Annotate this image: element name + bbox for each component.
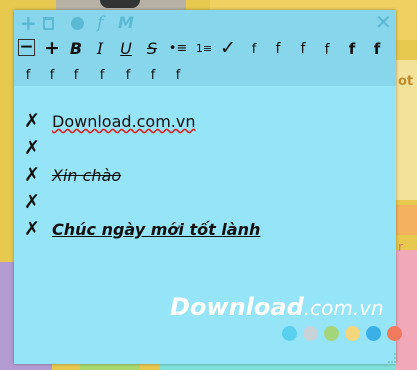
format-toolbar: − + B I U S •≡ 1≡ ✓ f f f f f f f f f f …	[14, 36, 396, 86]
color-swatch-dark-blue[interactable]	[366, 326, 381, 341]
checklist-item[interactable]: ✗ Xin chào	[24, 164, 384, 191]
background-note-text: ot	[398, 74, 414, 89]
note-content[interactable]: ✗ Download.com.vn ✗ ✗ Xin chào ✗ ✗ Chúc …	[24, 110, 384, 245]
font-option-3[interactable]: f	[293, 40, 313, 58]
color-swatch-yellow[interactable]	[345, 326, 360, 341]
sticky-note-window: + f M ✕ − + B I U S •≡ 1≡ ✓ f f f f f f …	[14, 10, 402, 364]
watermark-main: Download	[170, 293, 304, 321]
color-swatch-orange[interactable]	[387, 326, 402, 341]
color-swatch-green[interactable]	[324, 326, 339, 341]
check-mark-icon[interactable]: ✗	[24, 191, 40, 213]
watermark-sub: .com.vn	[303, 296, 384, 320]
bullet-list-button[interactable]: •≡	[166, 40, 190, 58]
font-option-1[interactable]: f	[244, 41, 264, 59]
font-option-12[interactable]: f	[143, 67, 163, 85]
checklist-item[interactable]: ✗	[24, 191, 384, 218]
font-option-8[interactable]: f	[42, 67, 62, 85]
check-mark-icon[interactable]: ✗	[24, 164, 40, 186]
font-option-5[interactable]: f	[342, 40, 362, 58]
checklist-item-text[interactable]: Xin chào	[52, 166, 121, 185]
check-mark-icon[interactable]: ✗	[24, 137, 40, 159]
background-photo-detail	[100, 0, 140, 8]
bold-button[interactable]: B	[66, 40, 86, 58]
font-option-2[interactable]: f	[268, 40, 288, 58]
checklist-item-text[interactable]: Download.com.vn	[52, 112, 195, 131]
font-option-10[interactable]: f	[92, 67, 112, 85]
font-icon[interactable]: f	[97, 13, 103, 33]
check-mark-icon[interactable]: ✗	[24, 218, 40, 240]
font-option-13[interactable]: f	[168, 67, 188, 85]
font-option-9[interactable]: f	[66, 67, 86, 85]
color-swatch-gray[interactable]	[303, 326, 318, 341]
checklist-item-text[interactable]: Chúc ngày mới tốt lành	[52, 220, 260, 239]
font-option-6[interactable]: f	[367, 40, 387, 58]
background-note-orange	[396, 205, 417, 235]
note-titlebar[interactable]: + f M ✕	[14, 10, 396, 36]
checklist-item[interactable]: ✗	[24, 137, 384, 164]
italic-button[interactable]: I	[90, 40, 110, 58]
background-note-text-2: r	[398, 240, 403, 254]
font-option-11[interactable]: f	[118, 67, 138, 85]
color-swatch-blue[interactable]	[282, 326, 297, 341]
font-option-7[interactable]: f	[18, 67, 38, 85]
close-icon[interactable]: ✕	[375, 12, 392, 32]
color-picker-icon[interactable]	[71, 17, 84, 30]
numbered-list-button[interactable]: 1≡	[192, 40, 216, 58]
increase-size-button[interactable]: +	[42, 39, 62, 58]
decrease-size-button[interactable]: −	[18, 39, 35, 56]
checklist-item[interactable]: ✗ Download.com.vn	[24, 110, 384, 137]
checklist-item[interactable]: ✗ Chúc ngày mới tốt lành	[24, 218, 384, 245]
underline-button[interactable]: U	[116, 40, 136, 58]
background-note-pink	[396, 250, 417, 370]
checklist-button[interactable]: ✓	[218, 39, 238, 58]
trash-icon[interactable]	[43, 17, 54, 30]
check-mark-icon[interactable]: ✗	[24, 110, 40, 132]
font-option-4[interactable]: f	[317, 41, 337, 59]
markdown-icon[interactable]: M	[118, 13, 134, 33]
resize-grip-icon[interactable]	[388, 353, 396, 363]
strikethrough-button[interactable]: S	[142, 40, 162, 58]
watermark-logo: Download.com.vn	[170, 293, 384, 321]
add-note-icon[interactable]: +	[20, 13, 37, 33]
